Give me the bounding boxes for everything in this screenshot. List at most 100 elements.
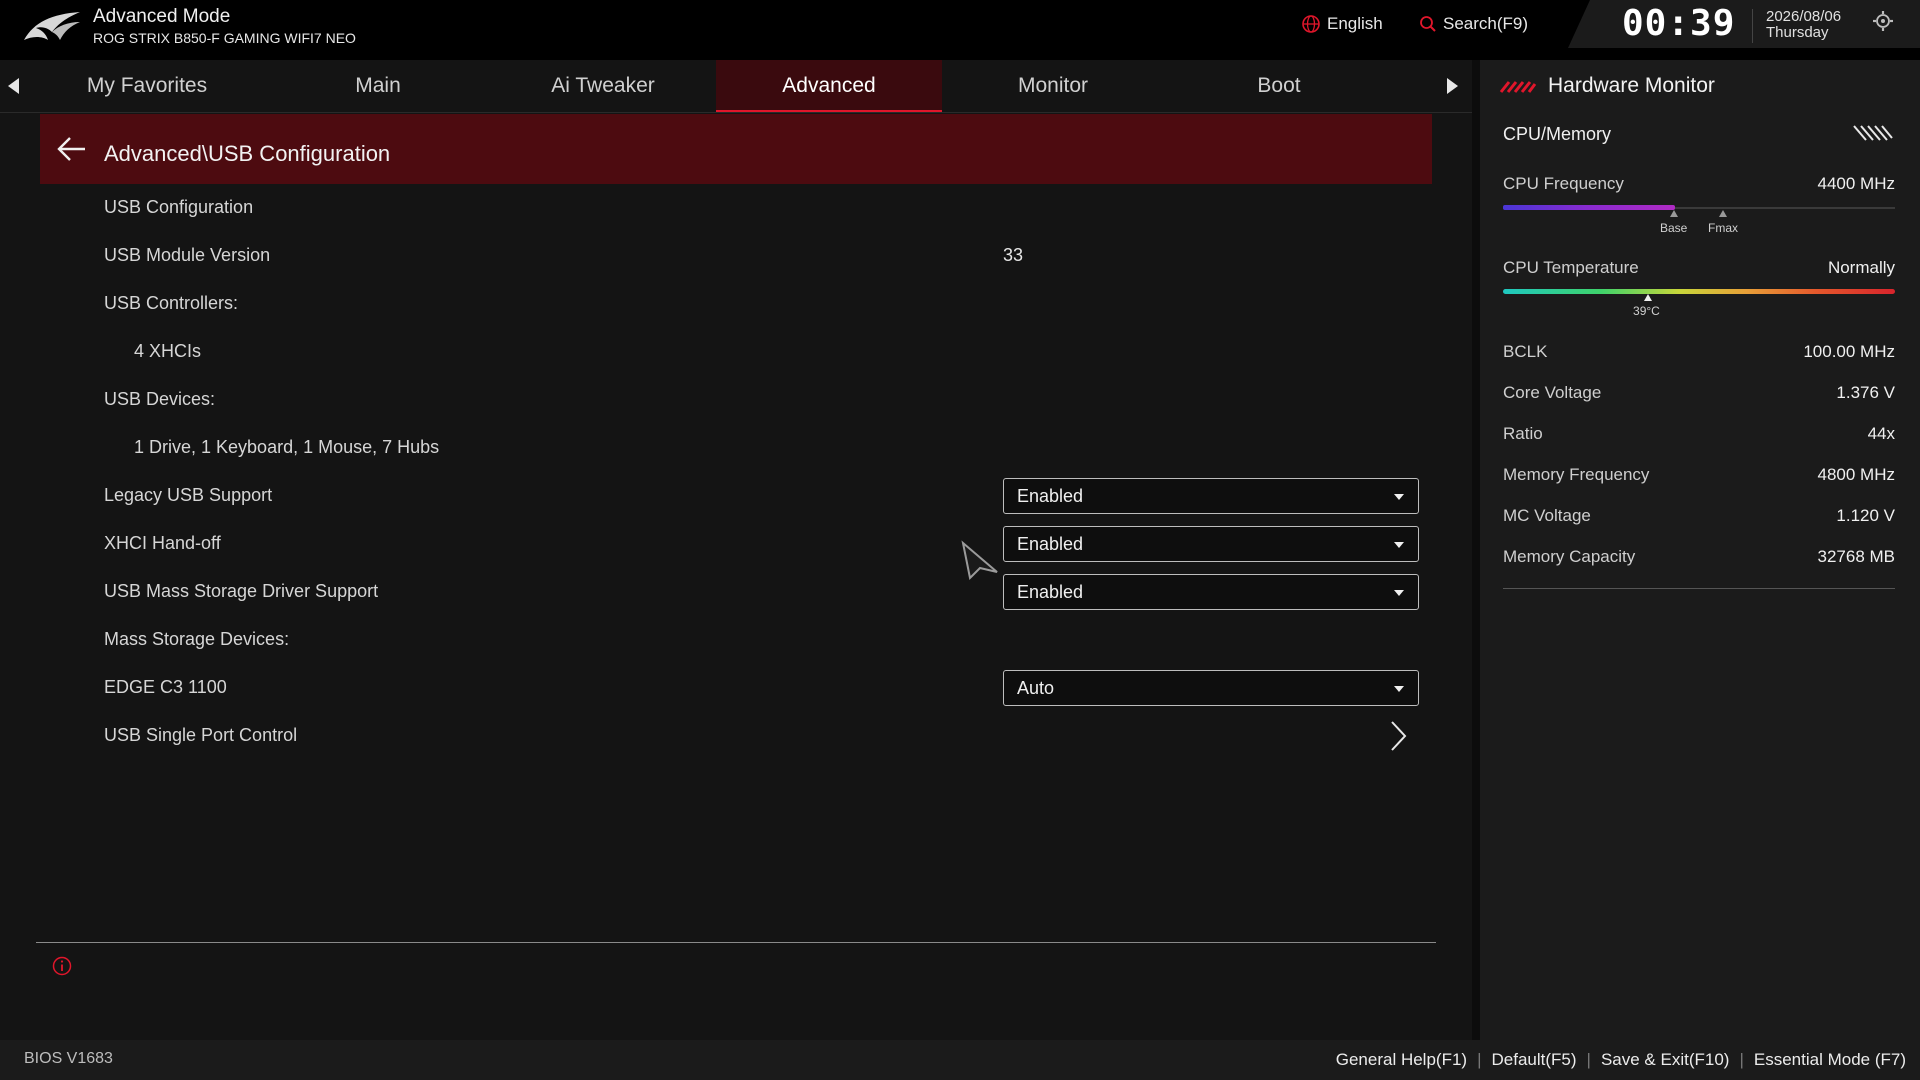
breadcrumb: Advanced\USB Configuration	[104, 141, 391, 166]
usb-mass-storage-driver-value: Enabled	[1017, 581, 1084, 602]
settings-gear-icon[interactable]	[1872, 10, 1894, 32]
tab-boot[interactable]: Boot	[1166, 60, 1392, 112]
stat-label: BCLK	[1503, 342, 1548, 361]
xhci-handoff-value: Enabled	[1017, 533, 1084, 554]
edge-c3-label: EDGE C3 1100	[104, 677, 227, 697]
fmax-marker-label: Fmax	[1708, 221, 1738, 235]
bios-version: BIOS V1683	[24, 1050, 113, 1067]
stat-label: Ratio	[1503, 424, 1543, 443]
usb-module-version-label: USB Module Version	[104, 245, 271, 265]
fmax-marker-icon	[1719, 210, 1727, 217]
tab-scroll-left-icon[interactable]	[6, 76, 20, 96]
cpu-temperature-reading: 39°C	[1633, 304, 1660, 318]
usb-module-version-value: 33	[1003, 245, 1024, 265]
legacy-usb-support-value: Enabled	[1017, 485, 1084, 506]
section-stripes-icon[interactable]	[1852, 124, 1894, 142]
search-icon	[1420, 16, 1436, 32]
usb-mass-storage-driver-label: USB Mass Storage Driver Support	[104, 581, 379, 601]
footer-separator: |	[1739, 1050, 1744, 1069]
xhci-handoff-label: XHCI Hand-off	[104, 533, 221, 553]
date-display: 2026/08/06 Thursday	[1766, 9, 1841, 41]
default-button[interactable]: Default(F5)	[1492, 1050, 1577, 1070]
language-label: English	[1327, 14, 1383, 33]
stat-ratio: Ratio 44x	[1503, 424, 1895, 444]
edge-c3-value: Auto	[1017, 677, 1055, 698]
mass-storage-devices-label: Mass Storage Devices:	[104, 629, 290, 649]
chevron-down-icon	[1394, 542, 1404, 548]
chevron-down-icon	[1394, 590, 1404, 596]
language-button[interactable]: English	[1301, 14, 1383, 34]
board-name: ROG STRIX B850-F GAMING WIFI7 NEO	[93, 30, 356, 46]
info-icon	[52, 956, 72, 976]
usb-controllers-label: USB Controllers:	[104, 293, 239, 313]
chevron-down-icon	[1394, 494, 1404, 500]
stat-value: 32768 MB	[1817, 547, 1896, 566]
cpu-frequency-fill	[1503, 205, 1676, 210]
stat-memory-frequency: Memory Frequency 4800 MHz	[1503, 465, 1895, 485]
stat-bclk: BCLK 100.00 MHz	[1503, 342, 1895, 362]
base-marker-label: Base	[1660, 221, 1688, 235]
tab-advanced[interactable]: Advanced	[716, 60, 942, 112]
edge-c3-dropdown[interactable]: Auto	[1003, 670, 1419, 706]
stat-mc-voltage: MC Voltage 1.120 V	[1503, 506, 1895, 526]
stat-label: Memory Frequency	[1503, 465, 1650, 484]
stat-memory-capacity: Memory Capacity 32768 MB	[1503, 547, 1895, 567]
cpu-temperature-row: CPU Temperature Normally	[1503, 258, 1895, 278]
cpu-temperature-bar	[1503, 289, 1895, 294]
clock-divider	[1752, 9, 1753, 43]
cpu-temperature-label: CPU Temperature	[1503, 258, 1639, 277]
cpu-frequency-value: 4400 MHz	[1817, 174, 1895, 193]
chevron-right-icon[interactable]	[1388, 720, 1408, 752]
essential-mode-button[interactable]: Essential Mode (F7)	[1754, 1050, 1906, 1070]
stat-value: 4800 MHz	[1817, 465, 1895, 484]
usb-devices-value: 1 Drive, 1 Keyboard, 1 Mouse, 7 Hubs	[134, 437, 440, 457]
mouse-cursor-icon	[961, 540, 998, 580]
stat-core-voltage: Core Voltage 1.376 V	[1503, 383, 1895, 403]
cpu-frequency-row: CPU Frequency 4400 MHz	[1503, 174, 1895, 194]
rog-logo-icon	[24, 12, 80, 40]
search-button[interactable]: Search(F9)	[1419, 14, 1528, 34]
tab-monitor[interactable]: Monitor	[940, 60, 1166, 112]
cpu-memory-section-label: CPU/Memory	[1503, 124, 1612, 144]
footer-separator: |	[1586, 1050, 1591, 1069]
cpu-temperature-value: Normally	[1827, 258, 1895, 277]
hardware-monitor-divider	[1503, 588, 1895, 589]
usb-single-port-control-label[interactable]: USB Single Port Control	[104, 725, 297, 746]
stat-value: 1.376 V	[1836, 383, 1895, 402]
hardware-monitor-icon	[1499, 81, 1537, 93]
back-arrow-icon[interactable]	[56, 136, 86, 162]
tab-ai-tweaker[interactable]: Ai Tweaker	[490, 60, 716, 112]
mode-title: Advanced Mode	[93, 6, 231, 27]
footer-separator: |	[1477, 1050, 1482, 1069]
base-marker-icon	[1670, 210, 1678, 217]
general-help-button[interactable]: General Help(F1)	[1336, 1050, 1467, 1070]
chevron-down-icon	[1394, 686, 1404, 692]
xhci-handoff-dropdown[interactable]: Enabled	[1003, 526, 1419, 562]
save-exit-button[interactable]: Save & Exit(F10)	[1601, 1050, 1730, 1070]
weekday: Thursday	[1766, 24, 1829, 41]
tab-scroll-right-icon[interactable]	[1446, 76, 1460, 96]
clock-panel	[1568, 0, 1920, 48]
footer-actions: General Help(F1) | Default(F5) | Save & …	[1336, 1050, 1906, 1070]
help-divider	[36, 942, 1436, 943]
date: 2026/08/06	[1766, 8, 1842, 25]
cpu-frequency-label: CPU Frequency	[1503, 174, 1624, 193]
stat-label: MC Voltage	[1503, 506, 1591, 525]
panel-separator	[1472, 60, 1480, 1040]
stat-label: Memory Capacity	[1503, 547, 1636, 566]
stat-label: Core Voltage	[1503, 383, 1602, 402]
stat-value: 44x	[1867, 424, 1895, 443]
tab-main[interactable]: Main	[265, 60, 491, 112]
usb-mass-storage-driver-dropdown[interactable]: Enabled	[1003, 574, 1419, 610]
usb-devices-label: USB Devices:	[104, 389, 216, 409]
usb-controllers-value: 4 XHCIs	[134, 341, 202, 361]
globe-icon	[1302, 15, 1320, 33]
usb-configuration-heading: USB Configuration	[104, 197, 254, 217]
tab-my-favorites[interactable]: My Favorites	[34, 60, 260, 112]
hardware-monitor-title: Hardware Monitor	[1548, 74, 1715, 97]
clock: 00:39	[1622, 3, 1736, 44]
legacy-usb-support-label: Legacy USB Support	[104, 485, 273, 505]
legacy-usb-support-dropdown[interactable]: Enabled	[1003, 478, 1419, 514]
temperature-marker-icon	[1644, 294, 1653, 301]
stat-value: 1.120 V	[1836, 506, 1895, 525]
